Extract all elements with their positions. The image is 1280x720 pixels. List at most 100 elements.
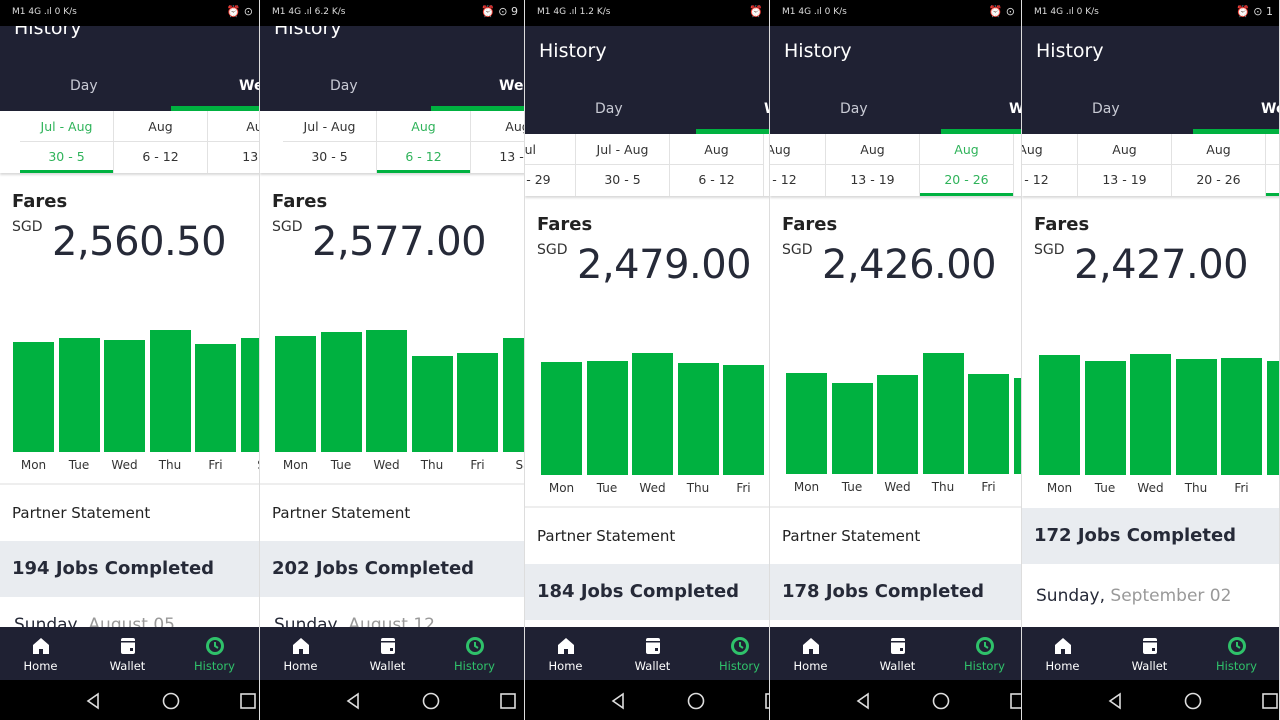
chart-bar-mon[interactable] [275,336,316,452]
nav-home[interactable]: Home [770,627,854,680]
chart-bar-fri[interactable] [968,373,1009,474]
chart-bar-fri[interactable] [457,353,498,452]
back-icon[interactable] [609,691,629,711]
nav-history[interactable]: History [431,627,518,680]
tab-day[interactable]: Day [595,101,623,117]
nav-wallet[interactable]: Wallet [609,627,696,680]
week-option[interactable]: Aug 20 - 26 [920,134,1014,196]
week-option[interactable]: Aug 13 - 19 [1078,134,1172,196]
chart-bar-thu[interactable] [411,355,453,452]
chart-bar-thu[interactable] [1175,359,1217,475]
chart-bar-fri[interactable] [723,364,764,475]
home-circle-icon[interactable] [161,691,181,711]
day-row[interactable]: Sunday, September 02 [1022,568,1279,624]
week-option[interactable]: Jul - Aug 30 - 5 [576,134,670,196]
nav-wallet[interactable]: Wallet [344,627,431,680]
chart-bar-tue[interactable] [831,383,873,474]
partner-statement-link[interactable]: Partner Statement [260,483,524,539]
nav-home[interactable]: Home [0,627,84,680]
chart-bar-thu[interactable] [922,353,964,474]
home-circle-icon[interactable] [421,691,441,711]
nav-history[interactable]: History [171,627,258,680]
chart-bar-mon[interactable] [541,361,582,475]
back-icon[interactable] [1106,691,1126,711]
chart-bar-wed[interactable] [104,340,145,452]
tab-week[interactable]: We [239,78,259,94]
nav-wallet[interactable]: Wallet [84,627,171,680]
tab-day[interactable]: Day [1092,101,1120,117]
chart-bar-partial[interactable] [1013,377,1021,474]
nav-home[interactable]: Home [525,627,609,680]
week-option[interactable]: Aug 6 - 12 [770,134,826,196]
chart-bar-tue[interactable] [58,337,100,452]
chart-bar-thu[interactable] [677,363,719,475]
week-option[interactable]: Aug 20 - 26 [1172,134,1266,196]
week-option[interactable]: Aug 13 - 19 [826,134,920,196]
week-option[interactable]: Aug 6 - 12 [114,111,208,173]
back-icon[interactable] [854,691,874,711]
chart-bar-sa[interactable] [502,337,524,452]
chart-day-label: Thu [158,458,182,472]
week-option[interactable]: Aug 6 - 12 [670,134,764,196]
week-month: Jul [525,134,575,165]
chart-bar-mon[interactable] [786,372,827,474]
tab-day[interactable]: Day [840,101,868,117]
back-icon[interactable] [84,691,104,711]
nav-wallet[interactable]: Wallet [1106,627,1193,680]
week-option[interactable]: Aug 6 - 12 [1022,134,1078,196]
carrier-signal: M1 4G .ıl [782,7,822,17]
tab-day[interactable]: Day [330,78,358,94]
chart-bar-wed[interactable] [877,375,918,474]
week-option[interactable]: Aug 6 - 12 [377,111,471,173]
chart-bar-mon[interactable] [1039,355,1080,475]
partner-statement-link[interactable]: Partner Statement [525,506,769,562]
header: HistoryDayW [525,26,769,134]
chart-bar-wed[interactable] [632,352,673,475]
recents-icon[interactable] [238,691,258,711]
tab-week[interactable]: We [1261,101,1279,117]
currency-label: SGD [1034,242,1065,258]
recents-icon[interactable] [498,691,518,711]
tab-week[interactable]: Wee [499,78,524,94]
home-circle-icon[interactable] [686,691,706,711]
nav-wallet[interactable]: Wallet [854,627,941,680]
back-icon[interactable] [344,691,364,711]
week-selector: Aug 6 - 12 Aug 13 - 19 Aug 20 - 26 [1022,134,1279,196]
system-nav-bar [770,680,1022,720]
chart-bar-wed[interactable] [366,329,407,452]
week-option[interactable]: Jul - Aug 30 - 5 [283,111,377,173]
nav-history[interactable]: History [696,627,769,680]
currency-label: SGD [782,242,813,258]
partner-statement-link[interactable]: Partner Statement [770,506,1021,562]
nav-home[interactable]: Home [260,627,344,680]
phone-screen: M1 4G .ıl 6.2 K/s ⏰ ⊙ 9 History Day Wee Jul -… [260,0,525,720]
nav-history[interactable]: History [1193,627,1279,680]
tab-day[interactable]: Day [70,78,98,94]
home-circle-icon[interactable] [1183,691,1203,711]
week-option[interactable]: Aug 13 - 1 [471,111,524,173]
chart-bar-fri[interactable] [1221,358,1262,475]
recents-icon[interactable] [1008,691,1022,711]
week-option[interactable]: Au 13 - [208,111,259,173]
chart-bar-tue[interactable] [1084,360,1126,475]
week-option[interactable] [1266,134,1279,196]
week-option[interactable]: Jul 23 - 29 [525,134,576,196]
chart-bar-fri[interactable] [195,344,236,452]
nav-home[interactable]: Home [1022,627,1106,680]
chart-bar-wed[interactable] [1130,354,1171,475]
chart-bar-s[interactable] [1266,360,1279,475]
week-option[interactable]: Jul - Aug 30 - 5 [20,111,114,173]
recents-icon[interactable] [1260,691,1280,711]
recents-icon[interactable] [763,691,770,711]
chart-bar-tue[interactable] [320,332,362,452]
nav-label: History [194,659,235,673]
chart-bar-mon[interactable] [13,341,54,452]
chart-bar-thu[interactable] [149,329,191,452]
tab-week[interactable]: W [1009,101,1021,117]
chart-bar-tue[interactable] [586,360,628,475]
chart-bar-s[interactable] [240,337,259,452]
carrier-signal: M1 4G .ıl [1034,7,1074,17]
partner-statement-link[interactable]: Partner Statement [0,483,259,539]
nav-history[interactable]: History [941,627,1021,680]
home-circle-icon[interactable] [931,691,951,711]
